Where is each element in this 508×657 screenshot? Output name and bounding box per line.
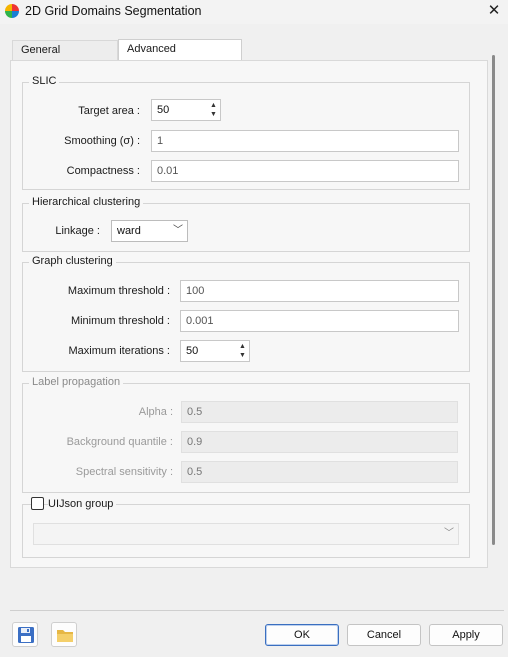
spectral-sensitivity-label: Spectral sensitivity :	[75, 466, 173, 478]
graph-clustering-title: Graph clustering	[29, 255, 116, 267]
title-bar: 2D Grid Domains Segmentation ✕	[0, 0, 508, 24]
smoothing-input[interactable]: 1	[151, 130, 459, 152]
cancel-button[interactable]: Cancel	[347, 624, 421, 646]
chevron-down-icon: ﹀	[444, 528, 454, 539]
save-button[interactable]	[12, 622, 38, 647]
maximum-iterations-label: Maximum iterations :	[68, 345, 170, 357]
window-title: 2D Grid Domains Segmentation	[25, 4, 202, 18]
smoothing-label: Smoothing (σ) :	[64, 135, 140, 147]
maximum-threshold-label: Maximum threshold :	[67, 285, 170, 297]
minimum-threshold-input[interactable]: 0.001	[180, 310, 459, 332]
label-propagation-title: Label propagation	[29, 376, 124, 388]
scrollbar-thumb[interactable]	[492, 55, 495, 545]
alpha-label: Alpha :	[138, 406, 173, 418]
maximum-iterations-value: 50	[186, 345, 199, 357]
maximum-threshold-input[interactable]: 100	[180, 280, 459, 302]
target-area-label: Target area :	[78, 105, 140, 117]
footer-divider	[10, 610, 504, 611]
compactness-label: Compactness :	[66, 165, 140, 177]
maximum-iterations-spinbox[interactable]: 50 ▲ ▼	[180, 340, 250, 362]
tab-general-parameters[interactable]: General parameters	[12, 40, 118, 75]
target-area-value: 50	[157, 104, 170, 116]
uijson-group-label[interactable]: UIJson group	[48, 498, 117, 510]
target-area-spin-buttons: ▲ ▼	[208, 101, 219, 119]
background-quantile-label: Background quantile :	[66, 436, 173, 448]
app-logo-icon	[5, 4, 19, 18]
linkage-value: ward	[117, 225, 141, 237]
uijson-group-checkbox[interactable]	[31, 497, 44, 510]
open-button[interactable]	[51, 622, 77, 647]
hierarchical-clustering-title: Hierarchical clustering	[29, 196, 144, 208]
spin-up-icon[interactable]: ▲	[208, 101, 219, 110]
vertical-scrollbar[interactable]	[487, 40, 497, 568]
linkage-dropdown[interactable]: ward ﹀	[111, 220, 188, 242]
ok-button[interactable]: OK	[265, 624, 339, 646]
spin-down-icon[interactable]: ▼	[237, 351, 248, 360]
minimum-threshold-label: Minimum threshold :	[70, 315, 170, 327]
tab-advanced-parameters[interactable]: Advanced parameters	[118, 39, 242, 74]
close-button[interactable]: ✕	[480, 0, 508, 22]
folder-icon	[57, 630, 73, 642]
compactness-input[interactable]: 0.01	[151, 160, 459, 182]
maximum-iterations-spin-buttons: ▲ ▼	[237, 342, 248, 360]
spectral-sensitivity-input: 0.5	[181, 461, 458, 483]
save-icon	[18, 627, 34, 643]
spin-up-icon[interactable]: ▲	[237, 342, 248, 351]
slic-group-title: SLIC	[29, 75, 60, 87]
target-area-spinbox[interactable]: 50 ▲ ▼	[151, 99, 221, 121]
chevron-down-icon: ﹀	[173, 225, 183, 236]
uijson-group-dropdown: ﹀	[33, 523, 459, 545]
apply-button[interactable]: Apply	[429, 624, 503, 646]
alpha-input: 0.5	[181, 401, 458, 423]
linkage-label: Linkage :	[55, 225, 100, 237]
spin-down-icon[interactable]: ▼	[208, 110, 219, 119]
background-quantile-input: 0.9	[181, 431, 458, 453]
